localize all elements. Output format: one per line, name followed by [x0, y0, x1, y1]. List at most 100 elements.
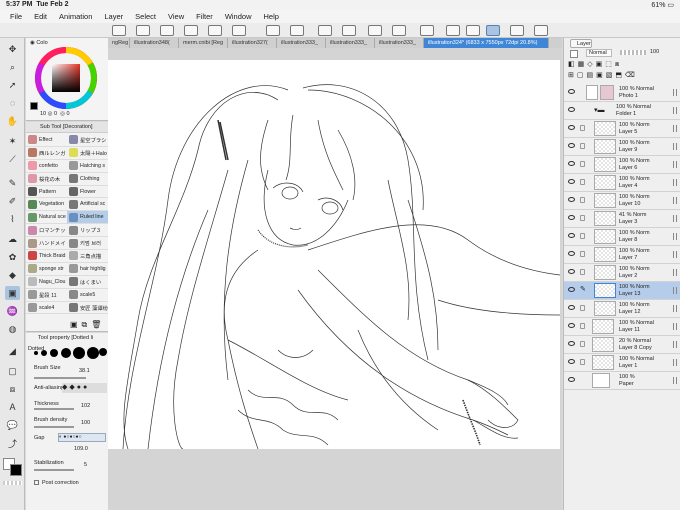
sub-tool-item[interactable]: 키멈 브러 — [67, 237, 108, 251]
menu-animation[interactable]: Animation — [59, 12, 92, 21]
sub-tool-item[interactable]: Clothing — [67, 173, 108, 186]
sub-tool-item[interactable]: Pattern — [26, 186, 67, 199]
sub-tool-item[interactable]: 星空ブラシ — [67, 134, 108, 147]
sub-tool-item[interactable]: 星段 11 — [26, 289, 67, 302]
layer-row[interactable]: 100 % Normal Layer 11 — [564, 318, 680, 336]
brush-tool-icon[interactable]: ⌇ — [5, 212, 20, 226]
eraser-tool-icon[interactable]: ◆ — [5, 268, 20, 282]
transparent-color-swatch[interactable] — [3, 481, 22, 485]
post-correction-checkbox[interactable] — [34, 480, 39, 485]
figure-tool-icon[interactable]: ▣ — [5, 286, 20, 300]
invert-selection-icon[interactable] — [342, 25, 356, 36]
lasso-tool-icon[interactable]: ◌ — [5, 96, 20, 110]
tab-layer[interactable]: Layer — [570, 39, 592, 48]
visibility-eye-icon[interactable] — [568, 377, 575, 382]
layer-row[interactable]: 100 % Norm Layer 7 — [564, 246, 680, 264]
hand-tool-icon[interactable]: ✋ — [5, 114, 20, 128]
sub-tool-item[interactable]: ロマンチッ — [26, 224, 67, 238]
balloon-tool-icon[interactable]: 💬 — [5, 418, 20, 432]
fill-tool-icon[interactable]: ◍ — [5, 322, 20, 336]
sub-tool-item-selected[interactable]: Ruled line — [67, 211, 108, 225]
menu-file[interactable]: File — [10, 12, 22, 21]
tab-canvas[interactable]: illustration327( — [228, 38, 277, 48]
sub-tool-item[interactable]: 太陽＋Halo — [67, 147, 108, 160]
tab-canvas[interactable]: illustration333_ — [326, 38, 375, 48]
pen-snap-icon[interactable] — [486, 25, 500, 36]
menu-select[interactable]: Select — [135, 12, 156, 21]
stabilization-value[interactable]: 5 — [84, 462, 87, 468]
sub-tool-item[interactable]: Thick Braid — [26, 250, 67, 263]
snap-icon[interactable] — [420, 25, 434, 36]
sub-tool-item[interactable]: リップ３ — [67, 224, 108, 238]
layer-row-selected[interactable]: ✎ 100 % Norm Layer 13 — [564, 282, 680, 300]
wand-tool-icon[interactable]: ✶ — [5, 134, 20, 148]
tab-canvas[interactable]: merm.cnibi [Reg — [179, 38, 228, 48]
crop-icon[interactable] — [392, 25, 406, 36]
sub-tool-item[interactable]: confetto — [26, 160, 67, 173]
brush-size-presets[interactable] — [28, 345, 108, 361]
sub-tool-item[interactable]: scale4 — [26, 302, 67, 315]
thickness-slider[interactable] — [34, 408, 74, 410]
fill-icon[interactable] — [232, 25, 246, 36]
open-icon[interactable] — [136, 25, 150, 36]
layer-row[interactable]: 100 % Normal Layer 1 — [564, 354, 680, 372]
layer-row[interactable]: 100 % Norm Layer 6 — [564, 156, 680, 174]
airbrush-tool-icon[interactable]: ☁ — [5, 232, 20, 246]
gradient-tool-icon[interactable]: ◢ — [5, 344, 20, 358]
visibility-eye-icon[interactable] — [568, 197, 575, 202]
folder-icon[interactable]: ▾▬ — [594, 106, 605, 114]
hue-wheel[interactable] — [34, 46, 98, 110]
curve-icon[interactable] — [510, 25, 524, 36]
visibility-eye-icon[interactable] — [568, 161, 575, 166]
clear-icon[interactable] — [208, 25, 222, 36]
visibility-eye-icon[interactable] — [568, 251, 575, 256]
menu-filter[interactable]: Filter — [196, 12, 213, 21]
visibility-eye-icon[interactable] — [568, 215, 575, 220]
text-tool-icon[interactable]: A — [5, 400, 20, 414]
sub-tool-actions[interactable]: ▣⧉🗑 — [70, 320, 105, 330]
operation-tool-icon[interactable]: ➚ — [5, 78, 20, 92]
sub-tool-item[interactable]: Natural sce — [26, 211, 67, 225]
sub-tool-item[interactable]: 西ルレンガ — [26, 147, 67, 160]
sub-tool-item[interactable]: Hatching s — [67, 160, 108, 173]
stroke-snap-icon[interactable] — [466, 25, 480, 36]
pencil-tool-icon[interactable]: ✐ — [5, 194, 20, 208]
menu-edit[interactable]: Edit — [34, 12, 47, 21]
tab-canvas[interactable]: illustration333_ — [277, 38, 326, 48]
undo-icon[interactable] — [266, 25, 280, 36]
decoration-tool-icon[interactable]: ✿ — [5, 250, 20, 264]
sub-tool-item[interactable]: Flower — [67, 186, 108, 199]
layer-row[interactable]: 41 % Norm Layer 3 — [564, 210, 680, 228]
visibility-eye-icon[interactable] — [568, 107, 575, 112]
visibility-eye-icon[interactable] — [568, 125, 575, 130]
sub-tool-item[interactable]: Vegetation — [26, 198, 67, 212]
layer-row[interactable]: 100 % Norm Layer 4 — [564, 174, 680, 192]
opacity-value[interactable]: 100 — [650, 49, 659, 55]
main-color-swatch[interactable] — [10, 464, 22, 476]
layer-row[interactable]: 20 % Normal Layer 8 Copy — [564, 336, 680, 354]
ruler-snap-icon[interactable] — [446, 25, 460, 36]
sub-tool-item[interactable]: sponge str — [26, 263, 67, 276]
layer-row[interactable]: 100 % Norm Layer 8 — [564, 228, 680, 246]
delete-icon[interactable] — [184, 25, 198, 36]
correct-line-tool-icon[interactable]: ⤴ — [5, 436, 20, 450]
canvas-paper[interactable] — [108, 60, 560, 449]
sub-tool-item[interactable]: はくまい — [67, 276, 108, 289]
tab-canvas[interactable]: illustration348( — [130, 38, 179, 48]
visibility-eye-icon[interactable] — [568, 305, 575, 310]
visibility-eye-icon[interactable] — [568, 143, 575, 148]
layer-row[interactable]: 100 % Norm Layer 12 — [564, 300, 680, 318]
visibility-eye-icon[interactable] — [568, 179, 575, 184]
layer-row[interactable]: 100 % Norm Layer 9 — [564, 138, 680, 156]
tab-canvas[interactable]: illustration333_ — [375, 38, 424, 48]
layer-row[interactable]: 100 % Norm Layer 10 — [564, 192, 680, 210]
sub-tool-item[interactable]: Artificial sc — [67, 198, 108, 212]
tab-canvas-active[interactable]: illustration324* (6833 x 7550px 72dpi 20… — [424, 38, 549, 48]
visibility-eye-icon[interactable] — [568, 359, 575, 364]
redo-icon[interactable] — [290, 25, 304, 36]
brush-size-slider[interactable] — [34, 377, 86, 379]
layer-row[interactable]: 100 % Norm Layer 5 — [564, 120, 680, 138]
deselect-icon[interactable] — [318, 25, 332, 36]
tab-canvas[interactable]: ngReg — [108, 38, 130, 48]
brush-size-value[interactable]: 38.1 — [79, 368, 90, 374]
